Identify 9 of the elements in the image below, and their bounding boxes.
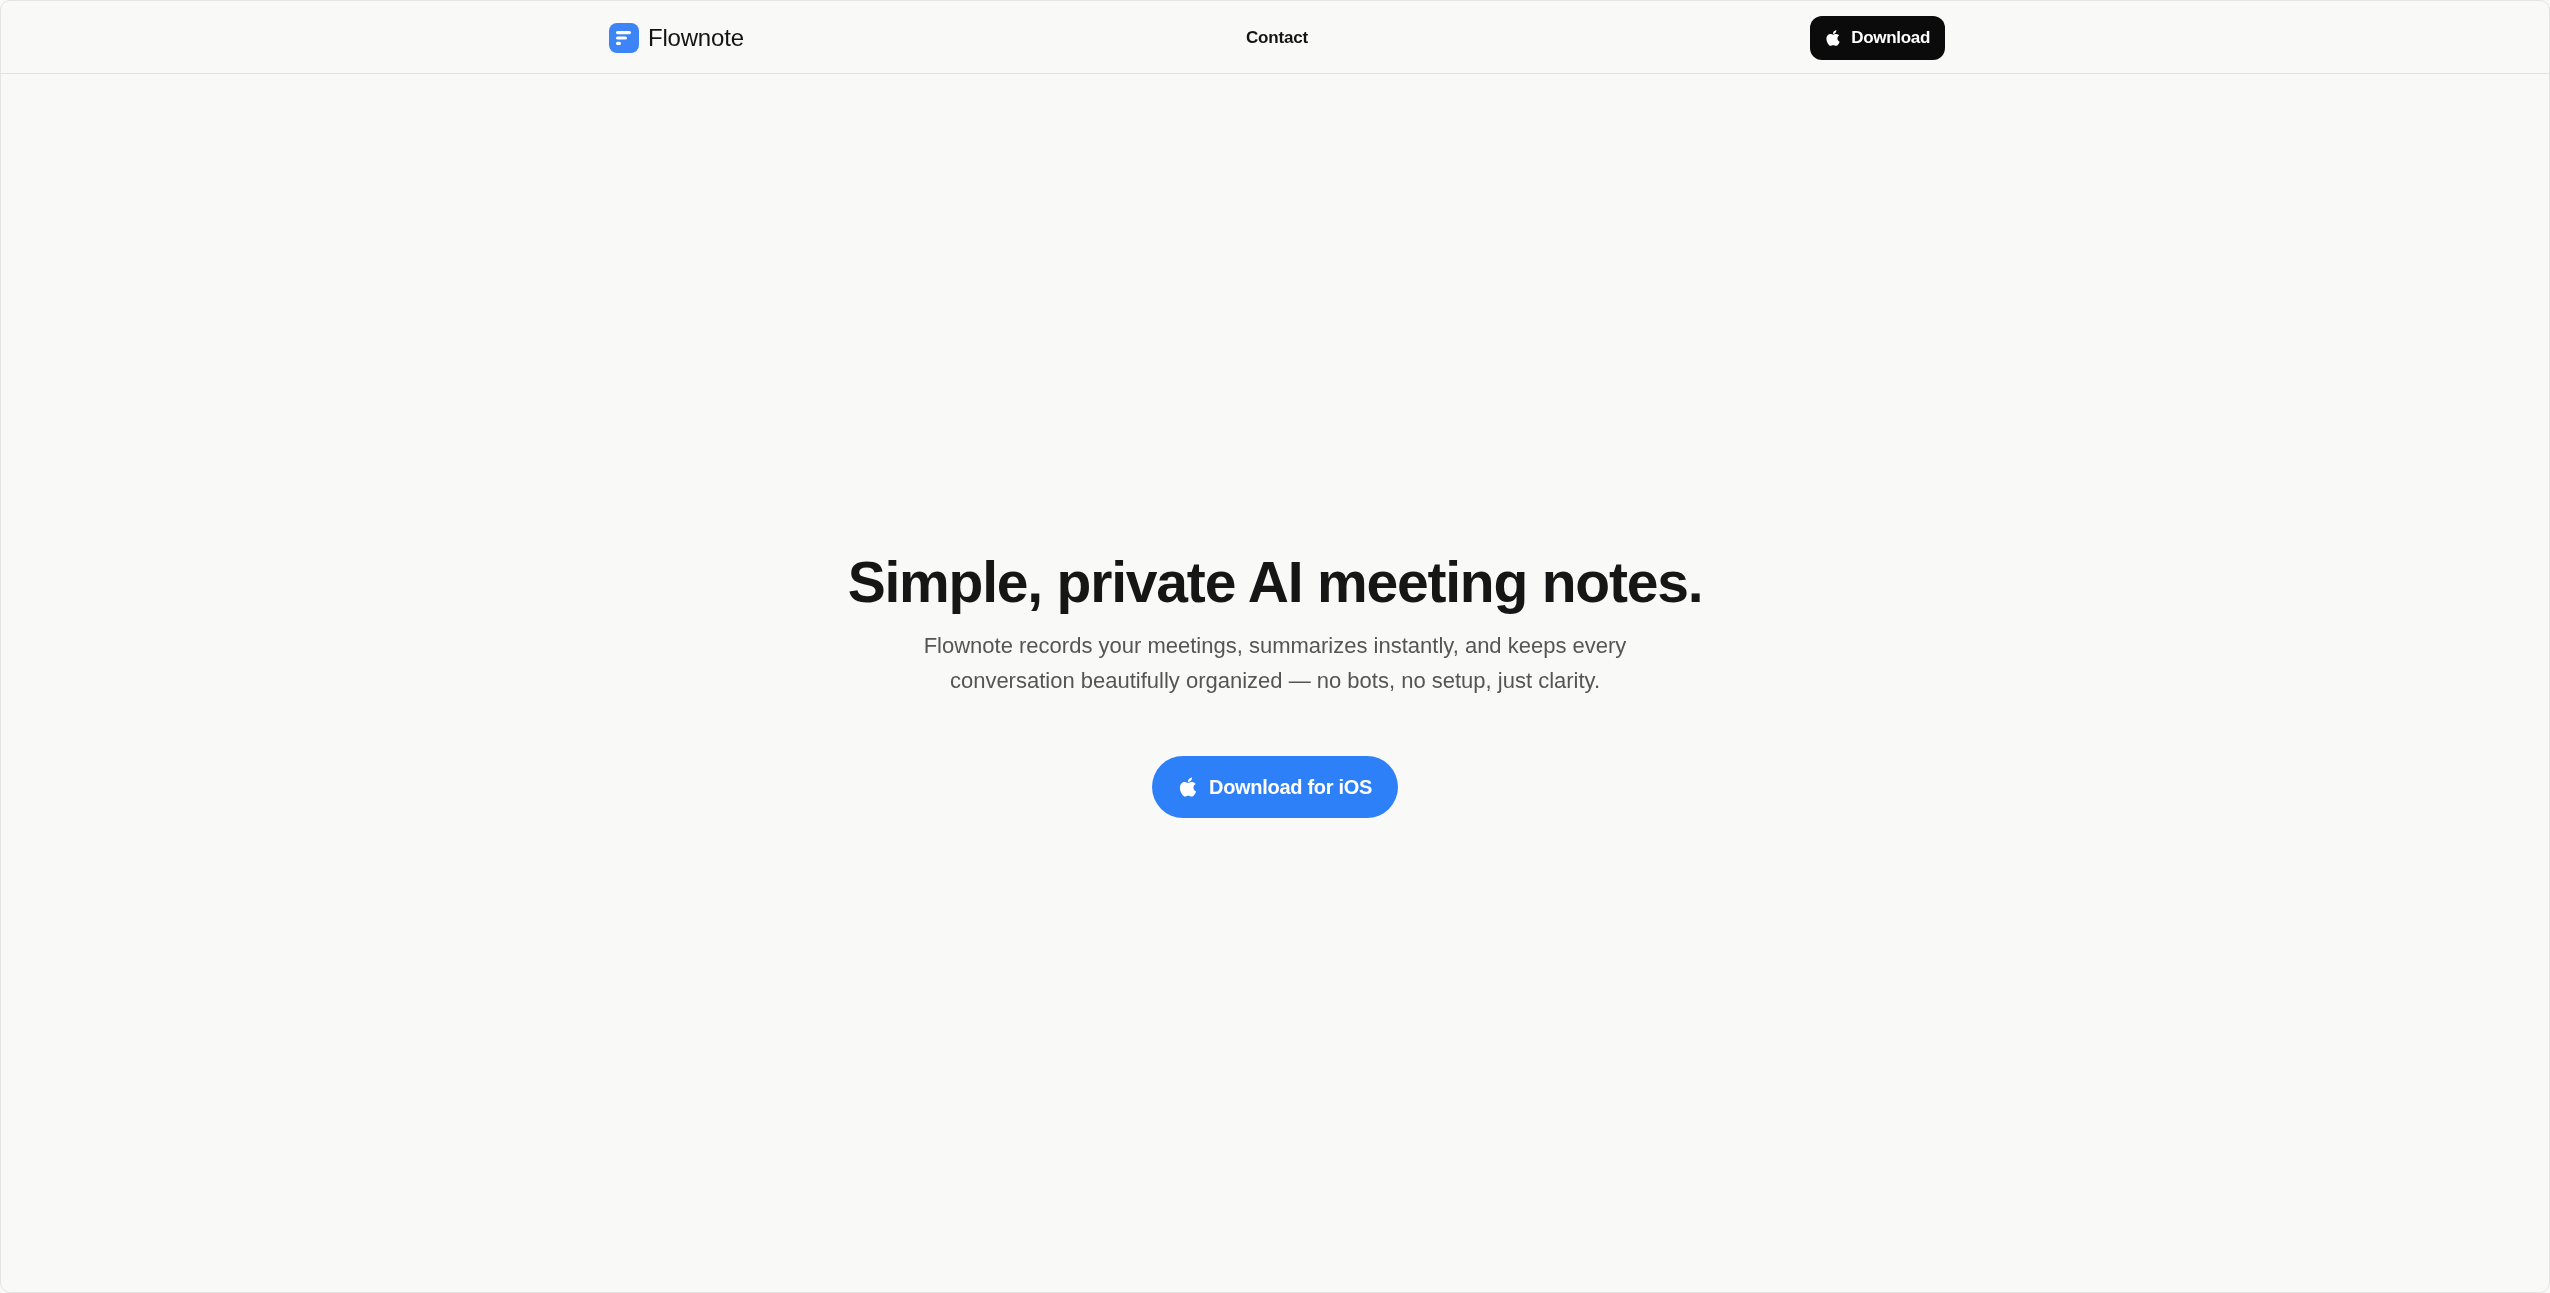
brand-name: Flownote — [648, 24, 744, 52]
logo-icon — [609, 23, 639, 53]
nav-link[interactable]: Contact — [1246, 28, 1308, 48]
apple-icon — [1177, 776, 1199, 799]
download-ios-button[interactable]: Download for iOS — [1152, 756, 1398, 819]
hero-subtitle: Flownote records your meetings, summarizes instantly, and keeps every conversation beautifully organized — no bots, no setup, just clarity. — [922, 632, 1628, 696]
logo-link[interactable]: Flownote — [609, 23, 744, 53]
download-button[interactable]: Download — [1810, 16, 1945, 60]
hero-title: Simple, private AI meeting notes. — [847, 548, 1703, 616]
